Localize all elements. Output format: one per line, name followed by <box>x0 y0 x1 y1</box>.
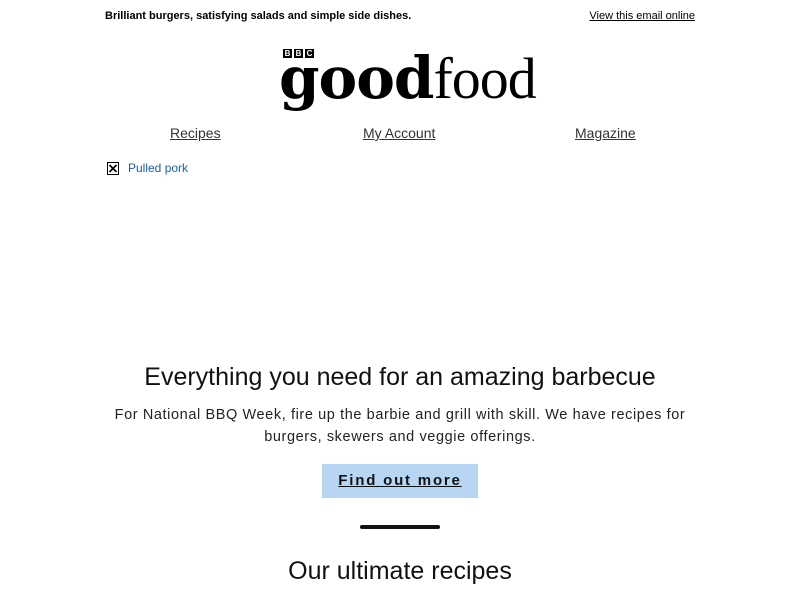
bbc-blocks: B B C <box>283 49 314 58</box>
main-nav: Recipes My Account Magazine <box>105 125 695 143</box>
section-title: Our ultimate recipes <box>288 557 512 585</box>
preheader-text: Brilliant burgers, satisfying salads and… <box>105 10 412 22</box>
hero-image-placeholder[interactable]: Pulled pork <box>105 160 695 350</box>
broken-image-icon <box>107 162 119 175</box>
nav-link-magazine[interactable]: Magazine <box>575 125 636 142</box>
logo-wordmark: goodfood <box>279 46 537 111</box>
view-online-link[interactable]: View this email online <box>589 9 695 23</box>
bbc-block-c: C <box>305 49 314 58</box>
hero-image-alt-text: Pulled pork <box>128 161 189 175</box>
section-divider <box>360 525 440 529</box>
feature-headline: Everything you need for an amazing barbe… <box>144 363 656 391</box>
bbc-block-b2: B <box>294 49 303 58</box>
nav-link-my-account[interactable]: My Account <box>363 125 435 142</box>
bbc-goodfood-logo[interactable]: goodfood B B C <box>279 46 537 111</box>
bbc-block-b1: B <box>283 49 292 58</box>
email-body: Brilliant burgers, satisfying salads and… <box>105 0 695 600</box>
logo-food: food <box>433 46 536 111</box>
nav-link-recipes[interactable]: Recipes <box>170 125 221 142</box>
feature-body: For National BBQ Week, fire up the barbi… <box>114 407 686 445</box>
preheader-bar: Brilliant burgers, satisfying salads and… <box>105 9 695 25</box>
find-out-more-button[interactable]: Find out more <box>322 464 478 498</box>
